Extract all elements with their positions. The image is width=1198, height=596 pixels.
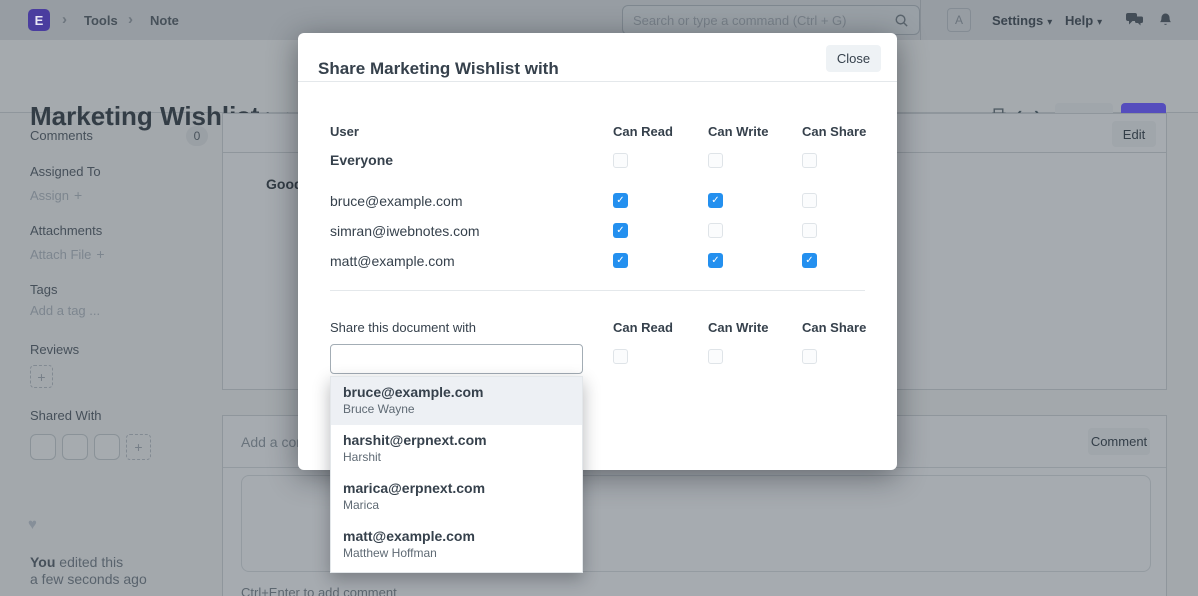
can-read-checkbox[interactable] [613,223,628,238]
modal-header-divider [298,81,897,82]
new-share-permissions [330,349,865,365]
global-search[interactable] [622,5,920,35]
breadcrumb-note[interactable]: Note [150,13,179,28]
can-read-header: Can Read [613,124,673,139]
share-row: simran@iwebnotes.com [330,221,865,241]
can-write-checkbox[interactable] [708,349,723,364]
share-row-user: bruce@example.com [330,193,463,209]
dropdown-item[interactable]: bruce@example.com Bruce Wayne [331,377,582,425]
app-logo[interactable]: E [28,9,50,31]
user-suggestion-dropdown: bruce@example.com Bruce Wayne harshit@er… [330,376,583,573]
add-share-button[interactable]: + [126,434,151,460]
breadcrumb-tools[interactable]: Tools [84,13,118,28]
can-read-checkbox[interactable] [613,253,628,268]
dropdown-item[interactable]: marica@erpnext.com Marica [331,473,582,521]
dropdown-item-name: Matthew Hoffman [343,546,582,560]
can-read-header: Can Read [613,320,673,335]
settings-menu[interactable]: Settings [992,13,1052,28]
can-share-header: Can Share [802,320,866,335]
can-share-checkbox[interactable] [802,349,817,364]
reviews-label: Reviews [30,342,79,357]
shared-avatars: + [30,434,151,460]
dropdown-item-email: harshit@erpnext.com [343,432,582,448]
comments-count-badge: 0 [186,126,208,146]
can-share-checkbox[interactable] [802,223,817,238]
dropdown-item-name: Harshit [343,450,582,464]
notifications-bell-icon[interactable] [1158,12,1173,28]
modal-title: Share Marketing Wishlist with [318,59,559,79]
can-read-checkbox[interactable] [613,349,628,364]
can-write-checkbox[interactable] [708,253,723,268]
add-review-button[interactable]: + [30,365,53,388]
shared-user-avatar[interactable] [30,434,56,460]
shared-user-avatar[interactable] [94,434,120,460]
dropdown-item-email: bruce@example.com [343,384,582,400]
can-write-checkbox[interactable] [708,223,723,238]
comments-label[interactable]: Comments [30,128,93,143]
can-read-checkbox[interactable] [613,193,628,208]
search-input[interactable] [633,6,883,34]
assign-button[interactable]: Assign [30,187,82,203]
share-row-everyone: Everyone [330,151,865,171]
chevron-right-icon: › [62,11,67,28]
dropdown-item-email: marica@erpnext.com [343,480,582,496]
can-share-header: Can Share [802,124,866,139]
close-button[interactable]: Close [826,45,881,72]
share-with-label: Share this document with [330,320,476,335]
can-share-checkbox[interactable] [802,193,817,208]
attachments-label: Attachments [30,223,102,238]
user-column-header: User [330,124,359,139]
share-row-user: simran@iwebnotes.com [330,223,480,239]
share-row-user: matt@example.com [330,253,455,269]
can-share-checkbox[interactable] [802,253,817,268]
can-write-header: Can Write [708,124,768,139]
can-read-checkbox[interactable] [613,153,628,168]
can-write-checkbox[interactable] [708,153,723,168]
comment-hint: Ctrl+Enter to add comment [241,585,397,596]
add-tag-input[interactable]: Add a tag ... [30,303,100,318]
edit-button[interactable]: Edit [1112,121,1156,147]
dropdown-item-email: matt@example.com [343,528,582,544]
user-avatar[interactable]: A [947,8,971,32]
edited-action: edited this [55,554,123,570]
edited-by-user: You [30,554,55,570]
dropdown-item[interactable]: matt@example.com Matthew Hoffman [331,521,582,569]
can-write-checkbox[interactable] [708,193,723,208]
share-rows: bruce@example.com simran@iwebnotes.com m… [330,191,865,281]
search-icon[interactable] [894,13,909,28]
app-root: E › Tools › Note A Settings Help Marketi… [0,0,1198,596]
can-share-checkbox[interactable] [802,153,817,168]
chat-icon[interactable] [1125,12,1144,28]
edited-by-line: You edited this [30,554,123,570]
modal-section-divider [330,290,865,291]
shared-user-avatar[interactable] [62,434,88,460]
like-heart-icon[interactable] [28,516,37,533]
dropdown-item-name: Marica [343,498,582,512]
share-row: bruce@example.com [330,191,865,211]
chevron-right-icon: › [128,11,133,28]
edited-when: a few seconds ago [30,571,147,587]
share-row-user: Everyone [330,152,393,168]
assigned-to-label: Assigned To [30,164,101,179]
help-menu[interactable]: Help [1065,13,1102,28]
dropdown-item-name: Bruce Wayne [343,402,582,416]
shared-with-label: Shared With [30,408,102,423]
navbar-divider [920,0,921,40]
share-row: matt@example.com [330,251,865,271]
attach-file-button[interactable]: Attach File [30,246,105,262]
comment-button[interactable]: Comment [1088,428,1150,455]
tags-label: Tags [30,282,57,297]
dropdown-item[interactable]: harshit@erpnext.com Harshit [331,425,582,473]
can-write-header: Can Write [708,320,768,335]
